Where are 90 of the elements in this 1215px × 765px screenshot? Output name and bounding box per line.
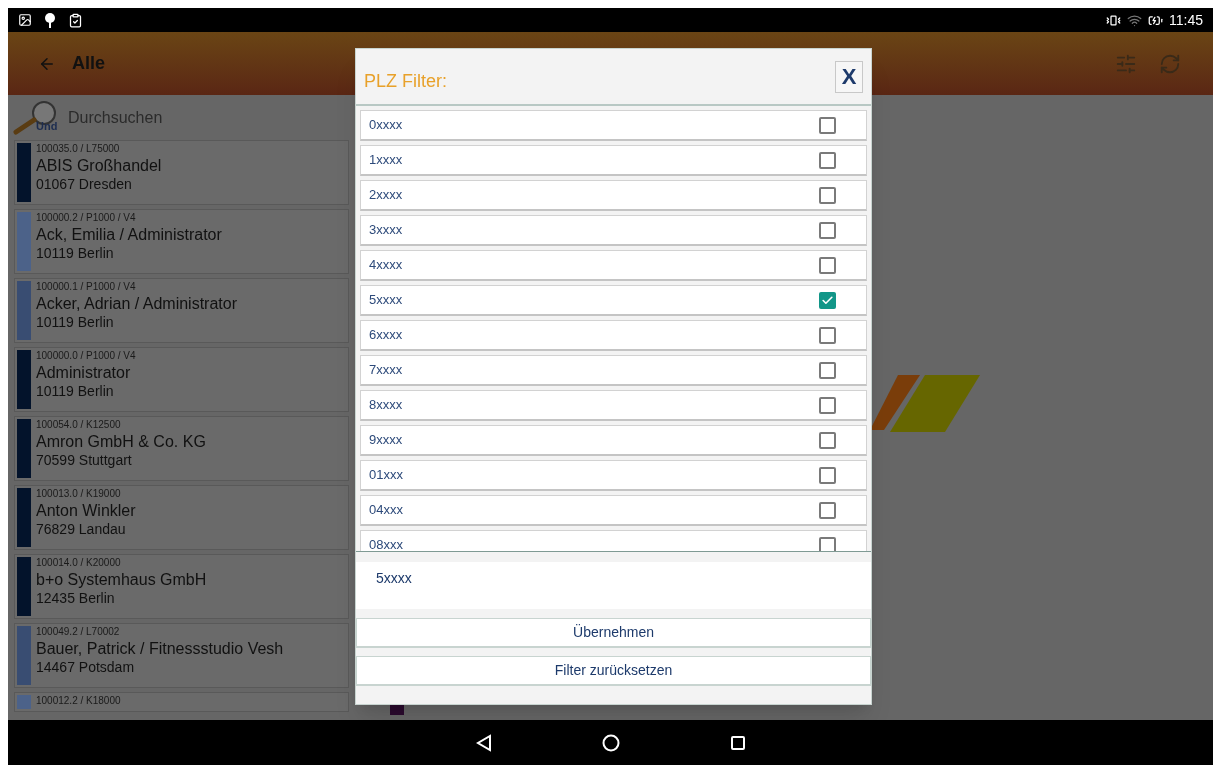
option-label: 3xxxx: [369, 221, 403, 240]
contact-city: 10119 Berlin: [36, 313, 115, 331]
filter-option[interactable]: 8xxxx: [360, 390, 867, 421]
contact-name: b+o Systemhaus GmbH: [36, 569, 207, 590]
dialog-button[interactable]: Filter zurücksetzen: [356, 656, 871, 686]
checkbox[interactable]: [819, 466, 836, 484]
checkbox[interactable]: [819, 221, 836, 239]
recents-icon[interactable]: [729, 734, 746, 751]
contact-code: 100000.0 / P1000 / V4: [36, 350, 136, 363]
contact-name: Amron GmbH & Co. KG: [36, 431, 206, 452]
checkbox[interactable]: [819, 536, 836, 551]
contact-list-item[interactable]: 100049.2 / L70002 Bauer, Patrick / Fitnessstudio Vesh 14467 Potsdam: [14, 623, 349, 688]
option-label: 8xxxx: [369, 396, 403, 415]
contact-code: 100035.0 / L75000: [36, 143, 121, 156]
filter-option[interactable]: 01xxx: [360, 460, 867, 491]
contact-city: 12435 Berlin: [36, 589, 116, 607]
color-marker: [390, 705, 404, 715]
option-label: 7xxxx: [369, 361, 403, 380]
image-icon: [18, 13, 32, 27]
checkbox[interactable]: [819, 501, 836, 519]
filter-option[interactable]: 6xxxx: [360, 320, 867, 351]
contact-list-item[interactable]: 100000.1 / P1000 / V4 Acker, Adrian / Administrator 10119 Berlin: [14, 278, 349, 343]
contact-city: 10119 Berlin: [36, 382, 115, 400]
contact-city: 14467 Potsdam: [36, 658, 136, 676]
selection-text: 5xxxx: [376, 570, 412, 586]
home-icon[interactable]: [601, 733, 620, 752]
contact-list-item[interactable]: 100000.2 / P1000 / V4 Ack, Emilia / Administrator 10119 Berlin: [14, 209, 349, 274]
checkbox[interactable]: [819, 151, 836, 169]
filter-option[interactable]: 04xxx: [360, 495, 867, 526]
contact-name: Acker, Adrian / Administrator: [36, 293, 237, 314]
contact-name: Administrator: [36, 362, 132, 383]
filter-option[interactable]: 9xxxx: [360, 425, 867, 456]
contact-list-item[interactable]: 100054.0 / K12500 Amron GmbH & Co. KG 70599 Stuttgart: [14, 416, 349, 481]
contact-code: 100049.2 / L70002: [36, 626, 121, 639]
close-button[interactable]: X: [835, 60, 863, 93]
contact-name: ABIS Großhandel: [36, 155, 162, 176]
option-label: 04xxx: [369, 501, 403, 520]
checkbox[interactable]: [819, 361, 836, 379]
filter-option[interactable]: 4xxxx: [360, 250, 867, 281]
option-label: 4xxxx: [369, 256, 403, 275]
contact-code: 100012.2 / K18000: [36, 695, 121, 708]
contact-name: Bauer, Patrick / Fitnessstudio Vesh: [36, 638, 284, 659]
contact-code: 100000.1 / P1000 / V4: [36, 281, 137, 294]
checkbox[interactable]: [819, 326, 836, 344]
contact-city: 01067 Dresden: [36, 175, 133, 193]
option-label: 2xxxx: [369, 186, 403, 205]
badge-text: Und: [36, 119, 58, 134]
contact-city: 10119 Berlin: [36, 244, 115, 262]
vibrate-icon: [1106, 12, 1121, 28]
contact-code: 100054.0 / K12500: [36, 419, 122, 432]
contact-list-item[interactable]: 100035.0 / L75000 ABIS Großhandel 01067 Dresden: [14, 140, 349, 205]
toolbar-title: Alle: [72, 52, 105, 75]
option-label: 6xxxx: [369, 326, 403, 345]
dialog-button[interactable]: Übernehmen: [356, 618, 871, 648]
contact-name: Anton Winkler: [36, 500, 136, 521]
filter-option[interactable]: 0xxxx: [360, 110, 867, 141]
option-label: 5xxxx: [369, 291, 403, 310]
contact-city: 70599 Stuttgart: [36, 451, 133, 469]
contact-code: 100013.0 / K19000: [36, 488, 122, 501]
contact-code: 100014.0 / K20000: [36, 557, 122, 570]
option-label: 1xxxx: [369, 151, 403, 170]
contact-code: 100000.2 / P1000 / V4: [36, 212, 137, 225]
filter-option[interactable]: 7xxxx: [360, 355, 867, 386]
filter-option[interactable]: 5xxxx: [360, 285, 867, 316]
contact-list-item[interactable]: 100013.0 / K19000 Anton Winkler 76829 Landau: [14, 485, 349, 550]
back-icon[interactable]: [475, 733, 492, 752]
dialog-title: PLZ Filter:: [364, 70, 447, 93]
checkbox[interactable]: [819, 116, 836, 134]
status-time: 11:45: [1169, 10, 1203, 30]
checkbox[interactable]: [819, 291, 836, 309]
option-label: 08xxx: [369, 536, 403, 551]
clipboard-icon: [68, 12, 83, 28]
contact-name: Ack, Emilia / Administrator: [36, 224, 222, 245]
filter-option[interactable]: 1xxxx: [360, 145, 867, 176]
filter-option[interactable]: 3xxxx: [360, 215, 867, 246]
checkbox[interactable]: [819, 431, 836, 449]
option-label: 0xxxx: [369, 116, 403, 135]
checkbox[interactable]: [819, 256, 836, 274]
contact-list-item[interactable]: 100014.0 / K20000 b+o Systemhaus GmbH 12435 Berlin: [14, 554, 349, 619]
option-label: 9xxxx: [369, 431, 403, 450]
filter-option[interactable]: 08xxx: [360, 530, 867, 551]
checkbox[interactable]: [819, 186, 836, 204]
wifi-icon: [1127, 12, 1142, 28]
contact-list-item[interactable]: 100000.0 / P1000 / V4 Administrator 10119 Berlin: [14, 347, 349, 412]
checkbox[interactable]: [819, 396, 836, 414]
filter-option[interactable]: 2xxxx: [360, 180, 867, 211]
search-input[interactable]: Durchsuchen: [68, 105, 268, 130]
contact-city: 76829 Landau: [36, 520, 127, 538]
check-icon: [821, 293, 834, 307]
option-label: 01xxx: [369, 466, 403, 485]
